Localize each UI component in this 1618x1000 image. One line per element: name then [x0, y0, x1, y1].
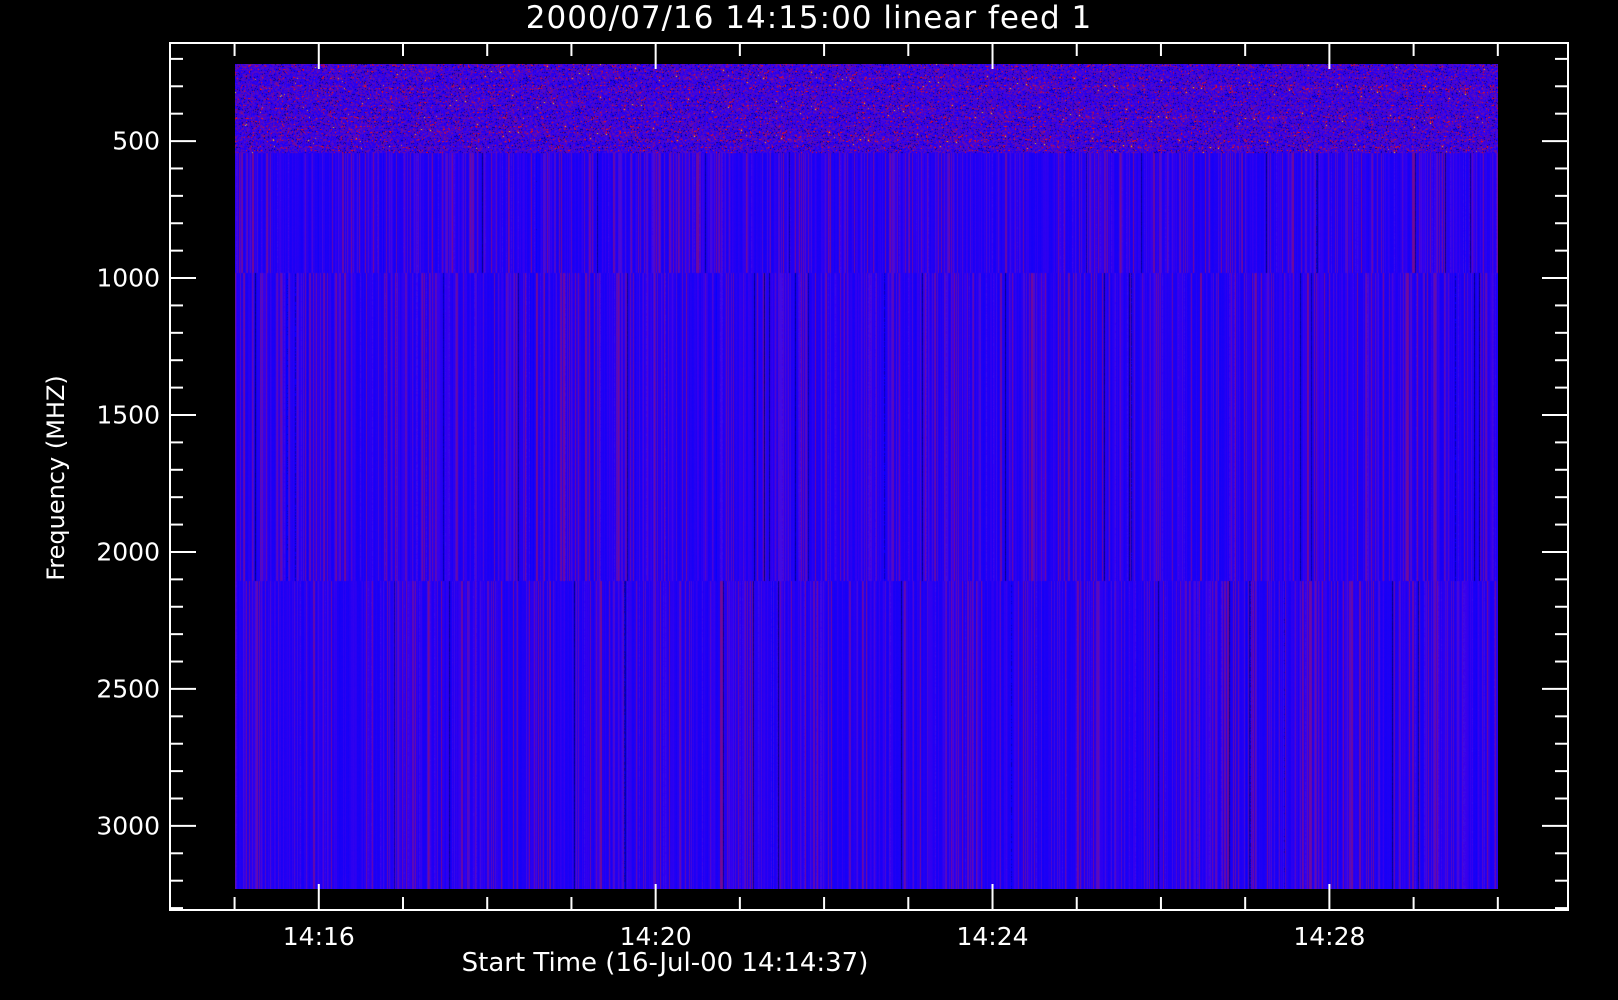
- y-tick-label: 2000: [96, 537, 160, 567]
- x-tick-label: 14:28: [1293, 922, 1366, 951]
- y-tick-label: 2500: [96, 674, 160, 704]
- y-tick-label: 1000: [96, 263, 160, 293]
- y-tick-label: 500: [112, 126, 160, 156]
- y-tick-label: 1500: [96, 400, 160, 430]
- x-axis-label: Start Time (16-Jul-00 14:14:37): [461, 948, 869, 978]
- x-tick-label: 14:20: [619, 922, 692, 951]
- y-tick-label: 3000: [96, 811, 160, 841]
- plot-frame: [169, 42, 1569, 911]
- x-tick-label: 14:16: [282, 922, 355, 951]
- plot-axes: [169, 42, 1569, 911]
- x-tick-label: 14:24: [956, 922, 1029, 951]
